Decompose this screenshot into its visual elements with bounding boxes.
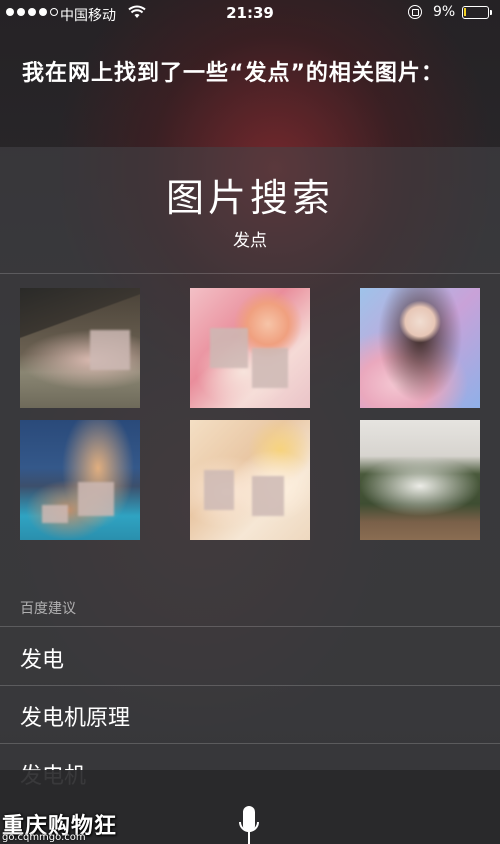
clock: 21:39 bbox=[226, 4, 274, 22]
microphone-icon[interactable] bbox=[238, 800, 260, 844]
image-result-6[interactable] bbox=[360, 420, 480, 540]
divider bbox=[0, 626, 500, 627]
divider bbox=[0, 273, 500, 274]
censor-blur bbox=[90, 330, 130, 370]
battery-level bbox=[464, 8, 466, 16]
image-result-2[interactable] bbox=[190, 288, 310, 408]
divider bbox=[0, 743, 500, 744]
image-result-4[interactable] bbox=[20, 420, 140, 540]
censor-blur bbox=[210, 328, 248, 368]
censor-blur bbox=[252, 476, 284, 516]
suggestions-header: 百度建议 bbox=[20, 601, 76, 617]
image-result-1[interactable] bbox=[20, 288, 140, 408]
suggestion-item[interactable]: 发电 bbox=[20, 642, 64, 674]
censor-blur bbox=[204, 470, 234, 510]
image-search-title: 图片搜索 bbox=[165, 176, 334, 220]
image-result-3[interactable] bbox=[360, 288, 480, 408]
divider bbox=[0, 685, 500, 686]
rotation-lock-icon bbox=[408, 5, 422, 19]
battery-icon bbox=[462, 6, 492, 19]
censor-blur bbox=[42, 505, 68, 523]
image-result-5[interactable] bbox=[190, 420, 310, 540]
status-bar: 中国移动 21:39 9% bbox=[0, 0, 500, 28]
siri-response-text: 我在网上找到了一些“发点”的相关图片： bbox=[22, 61, 444, 86]
censor-blur bbox=[252, 348, 288, 388]
suggestion-item[interactable]: 发电机原理 bbox=[20, 700, 130, 732]
search-query: 发点 bbox=[233, 231, 267, 251]
battery-percentage: 9% bbox=[433, 4, 456, 20]
censor-blur bbox=[78, 482, 114, 516]
watermark-url: go.cqmmgo.com bbox=[2, 832, 86, 843]
